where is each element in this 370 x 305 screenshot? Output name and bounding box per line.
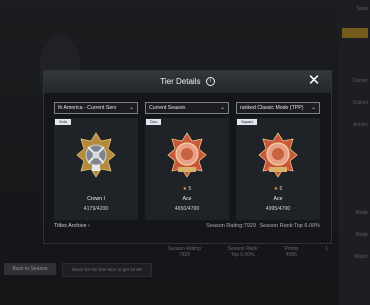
tier-card-duo[interactable]: Duo ★ 5 Ace 4650/4700 [145,118,229,220]
season-rating: Season Rating:7929 [206,223,256,229]
chevron-down-icon: ⌄ [219,105,225,111]
side-menu-item[interactable]: Mode [342,210,368,220]
chevron-down-icon: ⌄ [310,105,316,111]
bg-stat: Points 4095 [284,246,299,258]
tier-points: 4995/4700 [265,206,291,212]
tier-stars: ★ 5 [182,186,192,192]
tier-details-dialog: Tier Details i ✕ th America - Current Se… [43,70,332,244]
info-icon[interactable]: i [205,77,215,87]
side-menu-item[interactable]: Achiev [342,122,368,132]
filter-row: th America - Current Serv ⌄ Current Seas… [54,102,320,114]
tier-name: Ace [182,196,192,202]
mode-dropdown[interactable]: ranked Classic Mode (TPP) ⌄ [236,102,320,114]
back-to-season-button[interactable]: Back to Season [4,263,56,275]
bg-stat: Season Rating 7929 [168,246,201,258]
bg-stat: Season Rank Top 6.00% [227,246,258,258]
crown-tier-medal-icon [76,132,116,178]
mode-dropdown-value: ranked Classic Mode (TPP) [240,105,304,111]
tier-card-solo[interactable]: Solo Crown I 4179/4200 [54,118,138,220]
share-banner[interactable]: Share for the free item to get 20 BP [62,263,152,277]
side-menu-item[interactable]: Mode [342,232,368,242]
tier-points: 4650/4700 [174,206,200,212]
side-menu-item[interactable]: Career [342,78,368,88]
ace-tier-medal-icon [167,132,207,178]
tier-points: 4179/4200 [83,206,109,212]
mode-tag: Squad [237,119,257,125]
side-menu: Stats Career Collect Achiev Mode Mode Ma… [338,0,370,305]
bg-stat: 1 [325,246,328,252]
mode-tag: Duo [146,119,162,125]
server-dropdown[interactable]: th America - Current Serv ⌄ [54,102,138,114]
chevron-down-icon: ⌄ [128,105,134,111]
season-rank: Season Rank:Top 6.00% [259,223,320,229]
close-button[interactable]: ✕ [307,73,321,88]
chevron-right-icon: › [88,223,90,229]
background-stats: Season Rating 7929 Season Rank Top 6.00% P… [168,246,328,268]
tier-name: Ace [273,196,283,202]
ace-tier-medal-icon [258,132,298,178]
server-dropdown-value: th America - Current Serv [58,105,117,111]
mode-tag: Solo [55,119,72,125]
season-dropdown-value: Current Season [149,105,186,111]
side-menu-item-active[interactable] [342,28,368,38]
dialog-title: Tier Details [160,77,201,86]
tier-stars: ★ 5 [273,186,283,192]
side-menu-item[interactable]: Stats [342,6,368,16]
side-menu-item[interactable]: Match [342,254,368,264]
tier-cards: Solo Crown I 4179/4200 Duo ★ 5 Ace 4650/… [54,118,320,220]
star-icon: ★ [273,186,279,192]
dialog-header: Tier Details i ✕ [44,71,331,93]
star-icon: ★ [182,186,188,192]
tier-card-squad[interactable]: Squad ★ 5 Ace 4995/4700 [236,118,320,220]
dialog-footer: Titles Archive › Season Rating:7929 Seas… [54,223,320,233]
season-dropdown[interactable]: Current Season ⌄ [145,102,229,114]
titles-archive-link[interactable]: Titles Archive › [54,223,90,229]
tier-name: Crown I [87,196,105,202]
side-menu-item[interactable]: Collect [342,100,368,110]
